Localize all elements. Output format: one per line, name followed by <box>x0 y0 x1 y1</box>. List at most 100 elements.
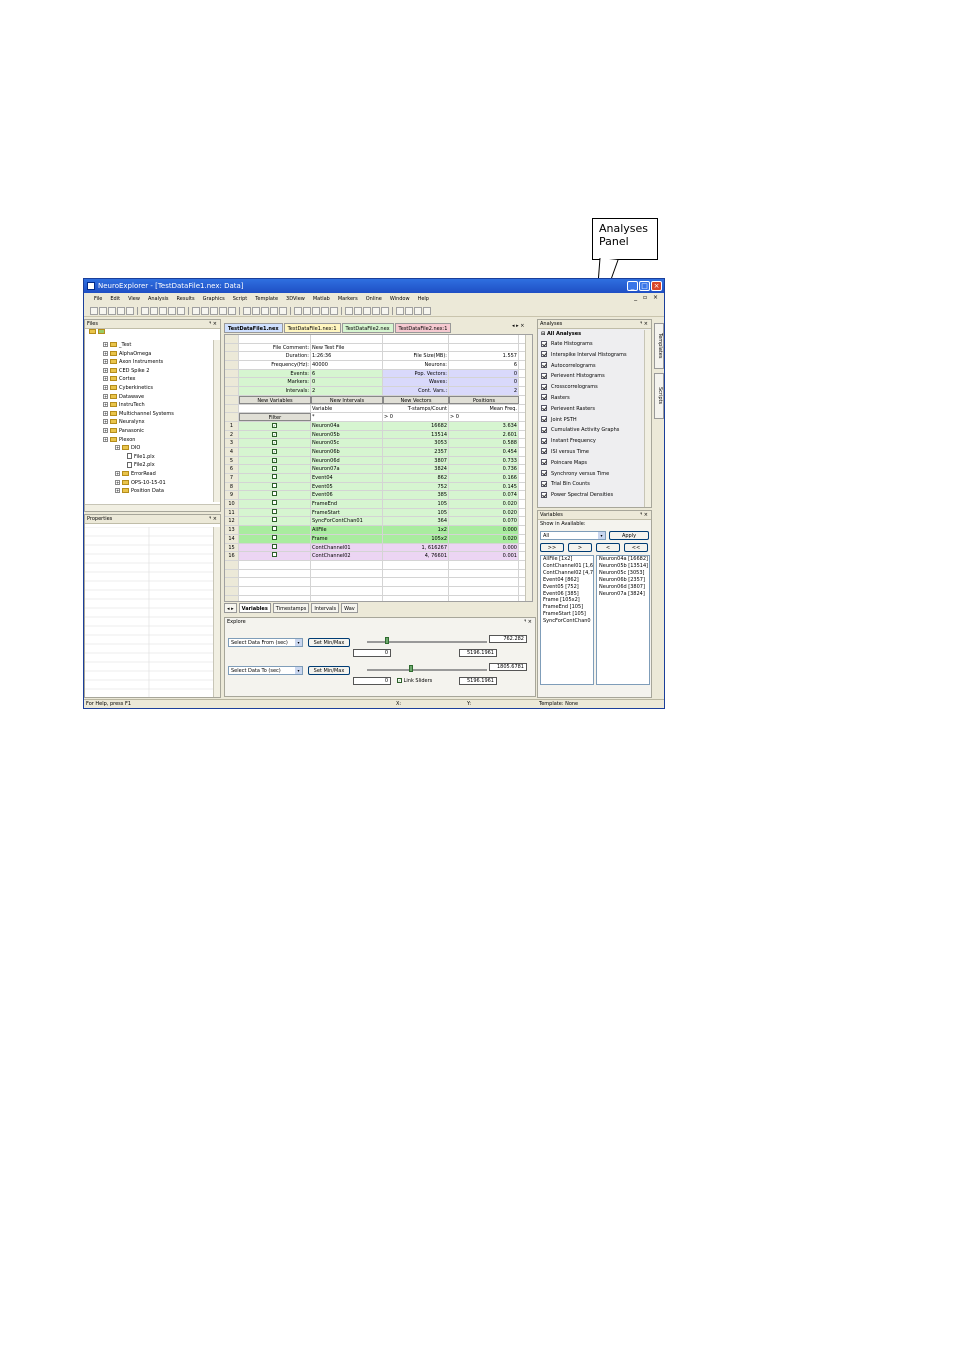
analysis-item[interactable]: Rasters <box>538 393 651 404</box>
selected-item[interactable]: Neuron06b [2357] <box>599 577 649 584</box>
to-slider-thumb[interactable] <box>408 665 413 672</box>
move-button[interactable]: < <box>596 543 620 552</box>
folder-up-icon[interactable] <box>89 329 96 334</box>
menu-view[interactable]: View <box>128 296 140 302</box>
set-minmax-to-button[interactable]: Set Min/Max <box>308 666 350 675</box>
checkbox-icon[interactable] <box>272 482 277 488</box>
tab-intervals[interactable]: Intervals <box>311 603 340 613</box>
expand-icon[interactable]: + <box>103 367 108 373</box>
toolbar-tool-icon[interactable] <box>117 306 125 315</box>
checkbox-icon[interactable] <box>541 362 547 369</box>
toolbar-tool-icon[interactable] <box>177 306 185 315</box>
toolbar-tool-icon[interactable] <box>192 306 200 315</box>
checkbox-icon[interactable] <box>541 459 547 466</box>
analysis-item[interactable]: Poincare Maps <box>538 458 651 469</box>
variable-name[interactable]: Neuron07a <box>311 465 383 473</box>
expand-icon[interactable]: + <box>115 488 120 494</box>
selected-item[interactable]: Neuron05b [13514] <box>599 563 649 570</box>
analysis-item[interactable]: Crosscorrelograms <box>538 382 651 393</box>
menu-online[interactable]: Online <box>366 296 382 302</box>
check-icon[interactable]: ✓ <box>272 431 277 437</box>
toolbar-tool-icon[interactable] <box>210 306 218 315</box>
row-checkbox[interactable] <box>239 517 311 526</box>
tree-item[interactable]: + Cortex <box>85 375 220 384</box>
pin-icon[interactable]: ᵠ × <box>209 515 217 524</box>
analysis-item[interactable]: Rate Histograms <box>538 339 651 350</box>
checkbox-icon[interactable] <box>541 426 547 433</box>
toolbar-tool-icon[interactable] <box>303 306 311 315</box>
toolbar-tool-icon[interactable] <box>239 306 240 315</box>
available-item[interactable]: ContChannel02 [4,7 <box>543 570 593 577</box>
doc-tab[interactable]: TestDataFile2.nex:1 <box>394 323 452 333</box>
toolbar-tool-icon[interactable] <box>363 306 371 315</box>
variable-name[interactable]: FrameStart <box>311 508 383 517</box>
doc-tab[interactable]: TestDataFile2.nex <box>341 323 394 333</box>
analysis-item[interactable]: Power Spectral Densities <box>538 490 651 501</box>
expand-icon[interactable]: + <box>103 436 108 442</box>
toolbar-tool-icon[interactable] <box>168 306 176 315</box>
apply-button[interactable]: Apply <box>609 531 649 540</box>
tree-item[interactable]: + InstruTech <box>85 401 220 410</box>
variable-name[interactable]: AllFile <box>311 526 383 534</box>
toolbar-tool-icon[interactable] <box>252 306 260 315</box>
available-item[interactable]: Frame [105x2] <box>543 597 593 604</box>
variable-name[interactable]: ContChannel02 <box>311 552 383 560</box>
toolbar-tool-icon[interactable] <box>188 306 189 315</box>
tree-item[interactable]: + DIO <box>85 444 220 453</box>
available-item[interactable]: FrameEnd [105] <box>543 604 593 611</box>
side-tab-scripts[interactable]: Scripts <box>654 373 664 419</box>
row-checkbox[interactable]: ✓ <box>239 456 311 465</box>
checkbox-icon[interactable] <box>272 543 277 549</box>
tree-item[interactable]: + Panasonic <box>85 427 220 436</box>
analysis-item[interactable]: Perievent Histograms <box>538 371 651 382</box>
checkbox-icon[interactable] <box>272 534 277 540</box>
check-icon[interactable]: ✓ <box>272 448 277 454</box>
tree-item[interactable]: + Multichannel Systems <box>85 410 220 419</box>
tab-variables[interactable]: Variables <box>238 603 271 613</box>
tab-wav[interactable]: Wav <box>341 603 358 613</box>
pin-icon[interactable]: ᵠ × <box>524 618 532 627</box>
expand-icon[interactable]: + <box>103 393 108 399</box>
menu-matlab[interactable]: Matlab <box>313 296 330 302</box>
variable-name[interactable]: Neuron06b <box>311 447 383 456</box>
row-checkbox[interactable]: ✓ <box>239 447 311 456</box>
expand-icon[interactable]: + <box>103 427 108 433</box>
checkbox-icon[interactable] <box>272 517 277 523</box>
toolbar-tool-icon[interactable] <box>279 306 287 315</box>
expand-icon[interactable]: + <box>115 479 120 485</box>
checkbox-icon[interactable] <box>541 491 547 498</box>
from-slider-thumb[interactable] <box>384 637 389 644</box>
toolbar-tool-icon[interactable] <box>341 306 342 315</box>
available-item[interactable]: SyncForContChan0 <box>543 618 593 625</box>
selected-item[interactable]: Neuron04a [16682] <box>599 556 649 563</box>
analysis-item[interactable]: Autocorrelograms <box>538 361 651 372</box>
move-button[interactable]: << <box>624 543 648 552</box>
analysis-item[interactable]: Cumulative Activity Graphs <box>538 425 651 436</box>
row-checkbox[interactable] <box>239 543 311 552</box>
row-checkbox[interactable] <box>239 526 311 534</box>
analysis-item[interactable]: Instant Frequency <box>538 436 651 447</box>
doc-tab-nav[interactable]: ◂ ▸ × <box>512 323 524 329</box>
expand-icon[interactable]: + <box>103 384 108 390</box>
expand-icon[interactable]: + <box>103 350 108 356</box>
filter-mean[interactable]: > 0 <box>449 413 519 421</box>
checkbox-icon[interactable] <box>272 526 277 532</box>
checkbox-icon[interactable] <box>541 340 547 347</box>
menu-template[interactable]: Template <box>255 296 278 302</box>
variable-name[interactable]: Neuron05b <box>311 430 383 439</box>
toolbar-tool-icon[interactable] <box>219 306 227 315</box>
toolbar-tool-icon[interactable] <box>159 306 167 315</box>
checkbox-icon[interactable] <box>541 405 547 412</box>
available-list[interactable]: AllFile [1x2] ContChannel01 [1,6 ContChann… <box>540 555 594 685</box>
variable-name[interactable]: SyncForContChan01 <box>311 517 383 526</box>
toolbar-tool-icon[interactable] <box>372 306 380 315</box>
menu-results[interactable]: Results <box>177 296 195 302</box>
toolbar-tool-icon[interactable] <box>243 306 251 315</box>
tree-item[interactable]: + Datawave <box>85 393 220 402</box>
tree-item[interactable]: + OPS-10-15-01 <box>85 479 220 488</box>
row-checkbox[interactable] <box>239 534 311 543</box>
available-item[interactable]: Event06 [385] <box>543 591 593 598</box>
toolbar-tool-icon[interactable] <box>201 306 209 315</box>
toolbar-tool-icon[interactable] <box>405 306 413 315</box>
tree-item[interactable]: + _Test <box>85 341 220 350</box>
